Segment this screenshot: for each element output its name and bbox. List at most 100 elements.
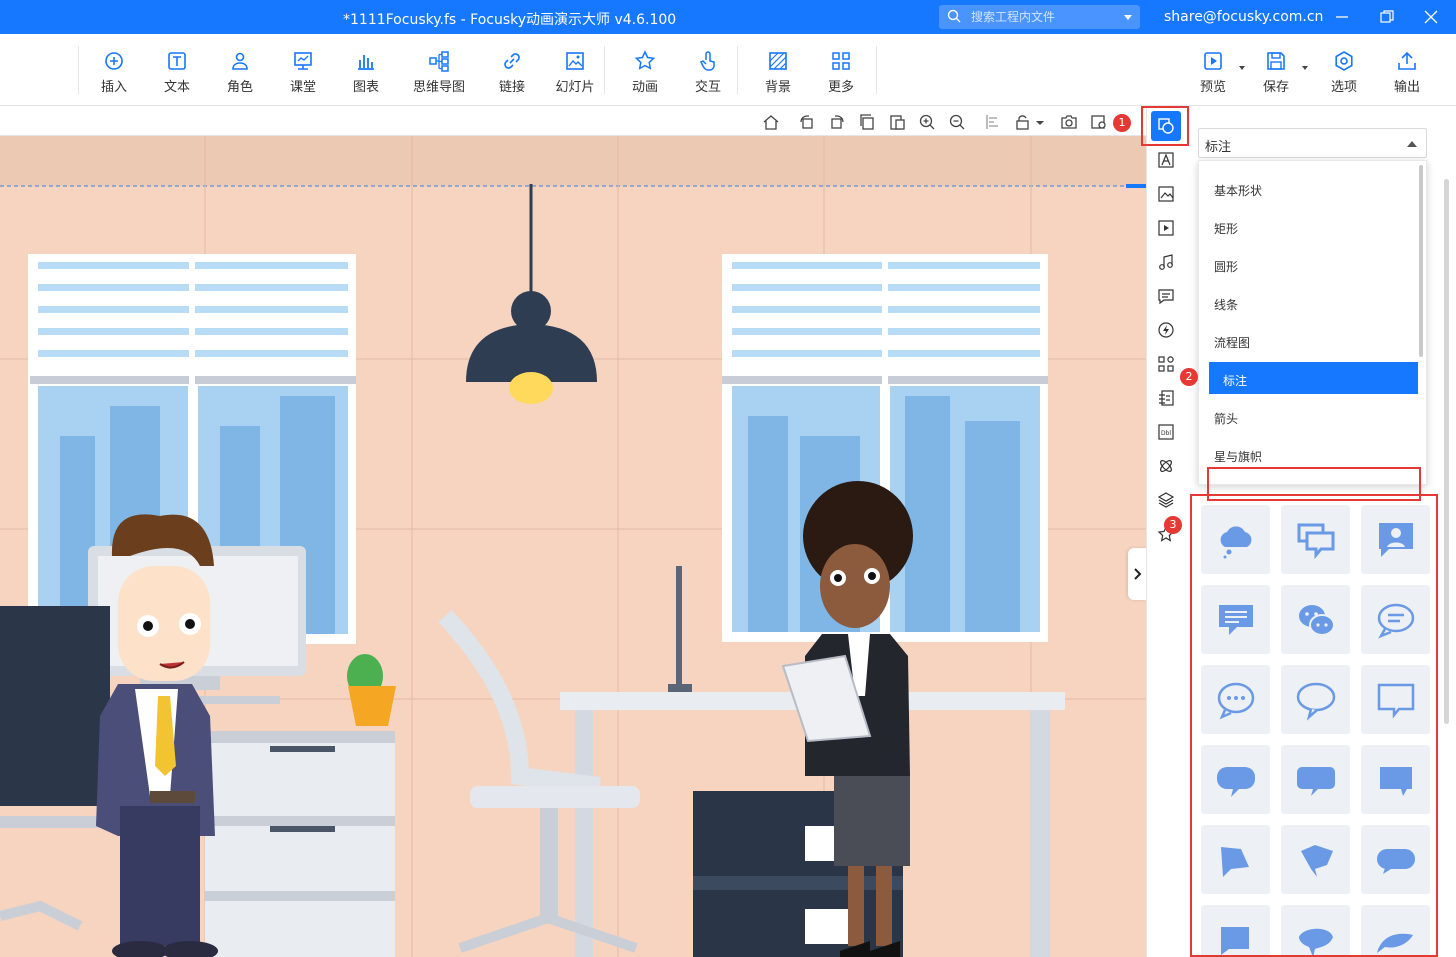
callout-cloud-tile[interactable] [1201, 505, 1270, 574]
option-circle[interactable]: 圆形 [1200, 248, 1419, 280]
search-icon [947, 9, 961, 23]
callout-leaf-tile[interactable] [1281, 905, 1350, 955]
panel-scrollbar[interactable] [1444, 179, 1449, 724]
insert-icon [105, 52, 123, 70]
lock-icon[interactable] [1014, 113, 1032, 131]
chevron-right-icon [1134, 568, 1142, 580]
shape-category-dropdown: 基本形状 矩形 圆形 线条 流程图 标注 箭头 星与旗帜 [1198, 160, 1427, 485]
option-rectangle[interactable]: 矩形 [1200, 210, 1419, 242]
align-icon[interactable] [984, 113, 1002, 131]
rotate-right-icon[interactable] [828, 113, 846, 131]
classroom-icon [294, 52, 312, 70]
subtitle-tool-icon[interactable] [1157, 287, 1175, 305]
callout-wave-tile[interactable] [1361, 905, 1430, 955]
settings-doc-icon[interactable] [1090, 113, 1108, 131]
option-basic-shapes[interactable]: 基本形状 [1200, 172, 1419, 204]
copy-icon[interactable] [858, 113, 876, 131]
screenshot-icon[interactable] [1060, 113, 1078, 131]
components-tool-icon[interactable] [1157, 355, 1175, 373]
callout-flag-2-tile[interactable] [1201, 905, 1270, 955]
chart-icon [358, 55, 374, 70]
video-tool-icon[interactable] [1157, 219, 1175, 237]
rotate-left-icon[interactable] [798, 113, 816, 131]
callout-wechat-tile[interactable] [1281, 585, 1350, 654]
callout-oval-lines-tile[interactable] [1361, 585, 1430, 654]
cloud-callout-icon [1220, 526, 1252, 559]
option-stars-banners[interactable]: 星与旗帜 [1200, 438, 1419, 470]
search-input[interactable] [971, 8, 1111, 26]
classroom-button[interactable]: 课堂 [273, 44, 333, 100]
chevron-up-icon [1407, 141, 1417, 147]
text-button[interactable]: 文本 [147, 44, 207, 100]
options-button[interactable]: 选项 [1314, 44, 1374, 100]
wave-callout-icon [1377, 933, 1413, 953]
gem-callout-icon [1301, 845, 1333, 877]
callout-pill-tile[interactable] [1361, 825, 1430, 894]
flag-callout-2-icon [1221, 927, 1249, 955]
callout-gem-tile[interactable] [1281, 825, 1350, 894]
callout-flag-tile[interactable] [1201, 825, 1270, 894]
insert-button[interactable]: 插入 [84, 44, 144, 100]
text-icon [168, 52, 186, 70]
toolbar-divider [737, 46, 738, 94]
chart-button[interactable]: 图表 [336, 44, 396, 100]
link-button[interactable]: 链接 [482, 44, 542, 100]
slide-button[interactable]: 幻灯片 [545, 44, 605, 100]
formula-tool-icon[interactable] [1157, 389, 1175, 407]
callout-oval-tile[interactable] [1281, 665, 1350, 734]
option-callout[interactable]: 标注 [1209, 362, 1418, 394]
step-badge-1: 1 [1113, 114, 1131, 132]
flash-tool-icon[interactable] [1157, 321, 1175, 339]
shape-category-select[interactable]: 标注 [1198, 128, 1427, 158]
toolbar-divider [876, 46, 877, 94]
option-flowchart[interactable]: 流程图 [1200, 324, 1419, 356]
animation-button[interactable]: 动画 [615, 44, 675, 100]
table-tool-icon[interactable]: Dbl [1157, 423, 1175, 441]
step-badge-3: 3 [1164, 516, 1182, 534]
interaction-button[interactable]: 交互 [678, 44, 738, 100]
zoom-out-icon[interactable] [948, 113, 966, 131]
project-search[interactable] [939, 5, 1140, 29]
callout-double-box-tile[interactable] [1281, 505, 1350, 574]
preview-dropdown-icon[interactable] [1239, 66, 1245, 70]
canvas-toolbar [0, 107, 1146, 136]
background-label: 背景 [764, 80, 791, 95]
character-button[interactable]: 角色 [210, 44, 270, 100]
save-dropdown-icon[interactable] [1302, 66, 1308, 70]
minimize-icon[interactable] [1333, 8, 1351, 26]
home-icon[interactable] [762, 113, 780, 131]
lock-dropdown-icon[interactable] [1034, 113, 1046, 131]
account-email[interactable]: share@focusky.com.cn [1164, 9, 1323, 25]
option-arrows[interactable]: 箭头 [1200, 400, 1419, 432]
search-dropdown-icon[interactable] [1124, 15, 1132, 20]
callout-rect-outline-tile[interactable] [1361, 665, 1430, 734]
save-button[interactable]: 保存 [1246, 44, 1308, 100]
image-tool-icon[interactable] [1157, 185, 1175, 203]
zoom-in-icon[interactable] [918, 113, 936, 131]
canvas[interactable] [0, 136, 1146, 957]
paste-icon[interactable] [888, 113, 906, 131]
callout-round-rect-tile[interactable] [1201, 745, 1270, 814]
close-icon[interactable] [1422, 8, 1440, 26]
panel-collapse-toggle[interactable] [1128, 548, 1146, 600]
link-icon [504, 53, 520, 69]
callout-dots-tile[interactable] [1201, 665, 1270, 734]
preview-button[interactable]: 预览 [1183, 44, 1245, 100]
more-button[interactable]: 更多 [811, 44, 871, 100]
text-tool-icon[interactable] [1157, 151, 1175, 169]
restore-icon[interactable] [1378, 8, 1396, 26]
layers-tool-icon[interactable] [1157, 491, 1175, 509]
background-button[interactable]: 背景 [748, 44, 808, 100]
mindmap-button[interactable]: 思维导图 [407, 44, 471, 100]
callout-soft-rect-tile[interactable] [1281, 745, 1350, 814]
double-chat-icon [1297, 523, 1335, 560]
dropdown-scrollbar[interactable] [1419, 165, 1423, 357]
music-tool-icon[interactable] [1157, 253, 1175, 271]
callout-square-tile[interactable] [1361, 745, 1430, 814]
effects-tool-icon[interactable] [1157, 457, 1175, 475]
option-lines[interactable]: 线条 [1200, 286, 1419, 318]
callout-user-chat-tile[interactable] [1361, 505, 1430, 574]
callout-lines-tile[interactable] [1201, 585, 1270, 654]
export-button[interactable]: 输出 [1377, 44, 1437, 100]
export-label: 输出 [1393, 80, 1420, 95]
